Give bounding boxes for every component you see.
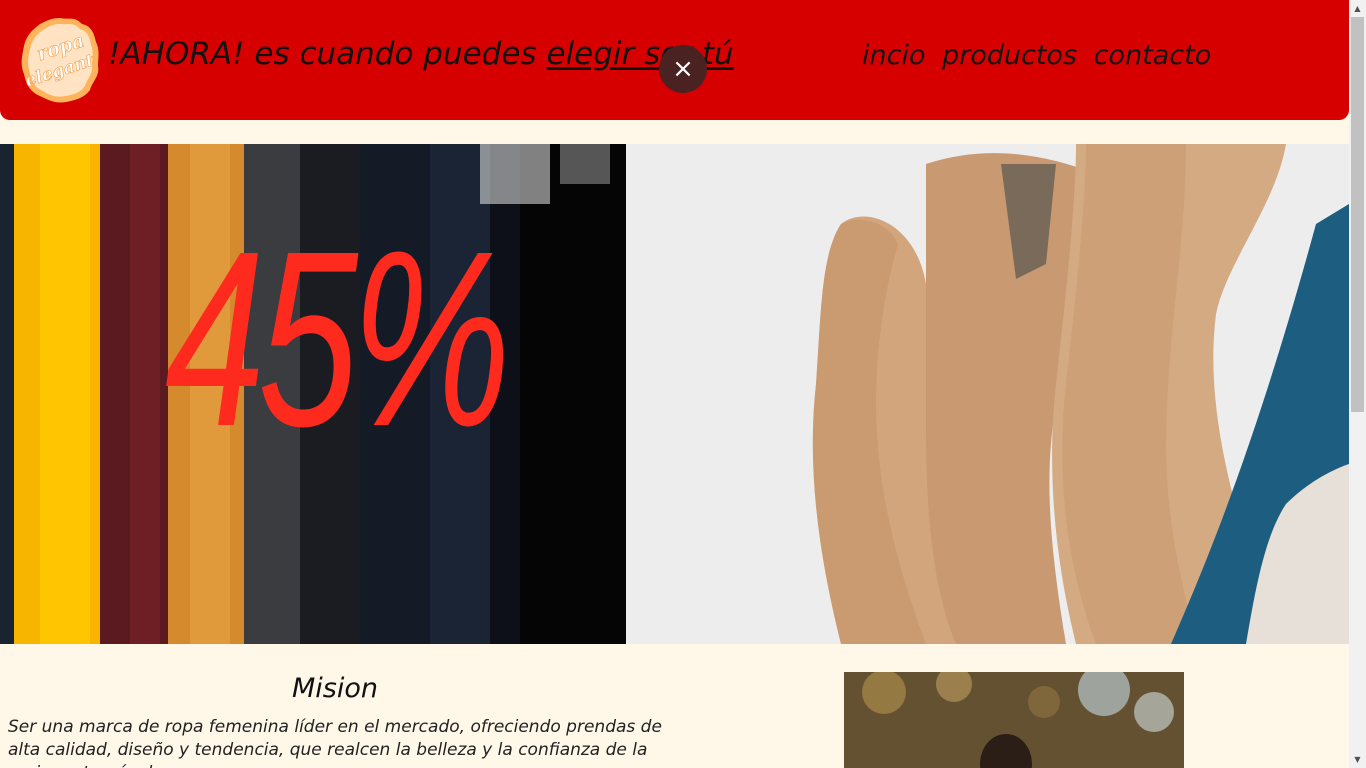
site-header: ropa elegant !AHORA! es cuando puedes el… xyxy=(0,0,1349,120)
close-icon: × xyxy=(672,54,694,84)
logo-badge-icon: ropa elegant xyxy=(21,18,99,103)
promo-banner[interactable]: 45% xyxy=(0,144,1349,644)
close-button[interactable]: × xyxy=(659,45,707,93)
tagline: !AHORA! es cuando puedes elegir ser tú xyxy=(108,36,734,72)
discount-text: 45% xyxy=(165,199,511,478)
vertical-scrollbar[interactable]: ▲ ▼ xyxy=(1349,0,1366,768)
model-photo xyxy=(844,672,1184,768)
scroll-up-arrow-icon[interactable]: ▲ xyxy=(1349,0,1366,17)
clothes-rack-image: 45% xyxy=(0,144,626,644)
main-nav: incio productos contacto xyxy=(862,40,1211,71)
boots-illustration xyxy=(626,144,1349,644)
scrollbar-thumb[interactable] xyxy=(1351,17,1364,412)
boots-image xyxy=(626,144,1349,644)
nav-item-inicio[interactable]: incio xyxy=(862,40,925,71)
scroll-down-arrow-icon[interactable]: ▼ xyxy=(1349,751,1366,768)
mission-title: Mision xyxy=(292,673,378,704)
mission-text: Ser una marca de ropa femenina líder en … xyxy=(8,717,662,768)
model-photo-illustration xyxy=(844,672,1184,768)
page: ropa elegant !AHORA! es cuando puedes el… xyxy=(0,0,1366,768)
tagline-prefix: !AHORA! es cuando puedes xyxy=(108,36,547,72)
nav-item-productos[interactable]: productos xyxy=(942,40,1077,71)
logo[interactable]: ropa elegant xyxy=(20,16,100,104)
nav-item-contacto[interactable]: contacto xyxy=(1094,40,1212,71)
